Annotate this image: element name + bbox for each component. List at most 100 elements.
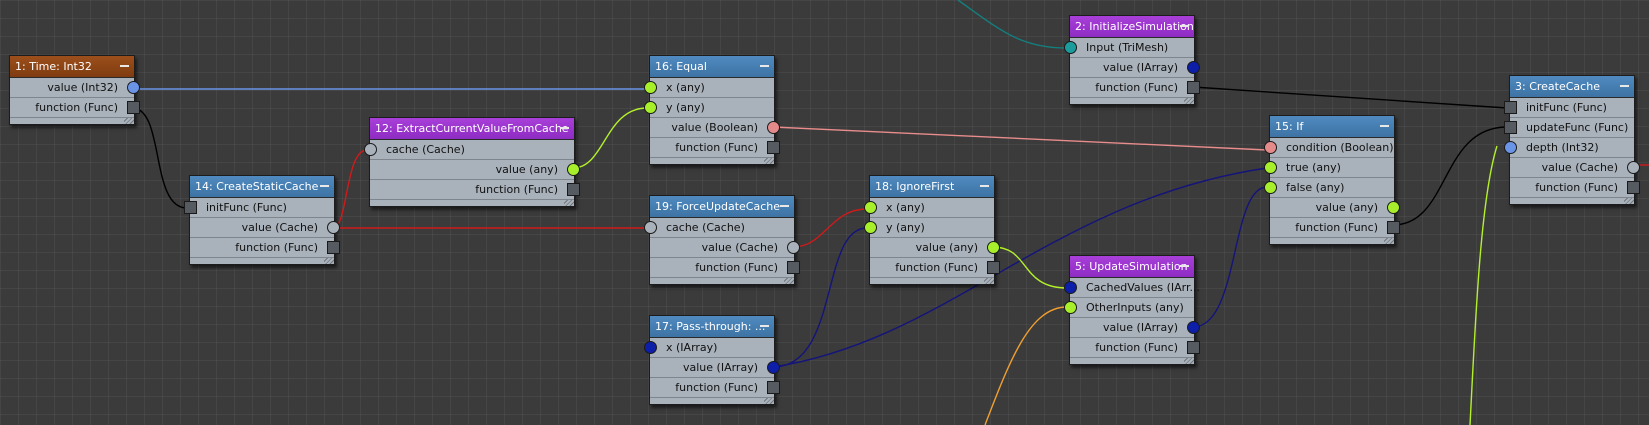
minimize-icon[interactable] xyxy=(1620,85,1629,87)
port-label: CachedValues (IArr... xyxy=(1086,281,1201,294)
input-port-icon[interactable] xyxy=(1064,281,1077,294)
minimize-icon[interactable] xyxy=(780,205,789,207)
resize-grip-icon[interactable] xyxy=(1070,358,1194,364)
resize-grip-icon[interactable] xyxy=(870,278,994,284)
input-port-icon[interactable] xyxy=(644,341,657,354)
minimize-icon[interactable] xyxy=(320,185,329,187)
output-port-icon[interactable] xyxy=(1187,61,1200,74)
node-time-int32[interactable]: 1: Time: Int32 value (Int32) function (F… xyxy=(9,55,140,125)
node-header[interactable]: 17: Pass-through: ... xyxy=(650,316,774,338)
resize-grip-icon[interactable] xyxy=(650,278,794,284)
node-if[interactable]: 15: If condition (Boolean) true (any) fa… xyxy=(1264,115,1400,245)
function-port-icon[interactable] xyxy=(1627,181,1640,194)
input-port-icon[interactable] xyxy=(1264,141,1277,154)
node-header[interactable]: 18: IgnoreFirst xyxy=(870,176,994,198)
port-row-output: value (Cache) xyxy=(1510,158,1640,178)
node-header[interactable]: 15: If xyxy=(1270,116,1394,138)
resize-grip-icon[interactable] xyxy=(1070,98,1194,104)
resize-grip-icon[interactable] xyxy=(10,118,134,124)
function-port-icon[interactable] xyxy=(987,261,1000,274)
node-header[interactable]: 5: UpdateSimulation xyxy=(1070,256,1194,278)
input-port-icon[interactable] xyxy=(1504,141,1517,154)
node-extract-current-value[interactable]: 12: ExtractCurrentValueFromCache cache (… xyxy=(364,117,580,207)
function-port-icon[interactable] xyxy=(1187,341,1200,354)
node-ignore-first[interactable]: 18: IgnoreFirst x (any) y (any) value (a… xyxy=(864,175,1000,285)
port-row-input: initFunc (Func) xyxy=(1504,98,1634,118)
input-port-icon[interactable] xyxy=(364,143,377,156)
output-port-icon[interactable] xyxy=(127,81,140,94)
minimize-icon[interactable] xyxy=(1380,125,1389,127)
node-header[interactable]: 19: ForceUpdateCache xyxy=(650,196,794,218)
resize-grip-icon[interactable] xyxy=(190,258,334,264)
function-port-icon[interactable] xyxy=(327,241,340,254)
input-port-icon[interactable] xyxy=(644,81,657,94)
input-port-icon[interactable] xyxy=(1264,181,1277,194)
node-create-static-cache[interactable]: 14: CreateStaticCache initFunc (Func) va… xyxy=(184,175,340,265)
function-port-icon[interactable] xyxy=(1504,101,1517,114)
resize-grip-icon[interactable] xyxy=(650,398,774,404)
node-header[interactable]: 12: ExtractCurrentValueFromCache xyxy=(370,118,574,140)
function-port-icon[interactable] xyxy=(1387,221,1400,234)
function-port-icon[interactable] xyxy=(767,141,780,154)
node-equal[interactable]: 16: Equal x (any) y (any) value (Boolean… xyxy=(644,55,780,165)
input-port-icon[interactable] xyxy=(864,201,877,214)
node-header[interactable]: 2: InitializeSimulation xyxy=(1070,16,1194,38)
minimize-icon[interactable] xyxy=(1180,25,1189,27)
node-update-simulation[interactable]: 5: UpdateSimulation CachedValues (IArr..… xyxy=(1064,255,1200,365)
port-label: value (Cache) xyxy=(1541,161,1618,174)
output-port-icon[interactable] xyxy=(1387,201,1400,214)
resize-grip-icon[interactable] xyxy=(650,158,774,164)
input-port-icon[interactable] xyxy=(1064,41,1077,54)
output-port-icon[interactable] xyxy=(1187,321,1200,334)
node-title: 15: If xyxy=(1275,120,1304,133)
input-port-icon[interactable] xyxy=(644,221,657,234)
function-port-icon[interactable] xyxy=(1504,121,1517,134)
node-header[interactable]: 3: CreateCache xyxy=(1510,76,1634,98)
resize-grip-icon[interactable] xyxy=(1510,198,1634,204)
function-port-icon[interactable] xyxy=(567,183,580,196)
port-row-input: y (any) xyxy=(864,218,994,238)
input-port-icon[interactable] xyxy=(864,221,877,234)
port-row-output: function (Func) xyxy=(1070,78,1200,98)
node-force-update-cache[interactable]: 19: ForceUpdateCache cache (Cache) value… xyxy=(644,195,800,285)
node-header[interactable]: 14: CreateStaticCache xyxy=(190,176,334,198)
port-label: function (Func) xyxy=(675,141,758,154)
minimize-icon[interactable] xyxy=(760,325,769,327)
function-port-icon[interactable] xyxy=(787,261,800,274)
port-label: function (Func) xyxy=(35,101,118,114)
node-header[interactable]: 16: Equal xyxy=(650,56,774,78)
input-port-icon[interactable] xyxy=(1064,301,1077,314)
port-label: function (Func) xyxy=(895,261,978,274)
port-row-output: function (Func) xyxy=(10,98,140,118)
minimize-icon[interactable] xyxy=(760,65,769,67)
output-port-icon[interactable] xyxy=(567,163,580,176)
output-port-icon[interactable] xyxy=(787,241,800,254)
minimize-icon[interactable] xyxy=(1180,265,1189,267)
output-port-icon[interactable] xyxy=(1627,161,1640,174)
input-port-icon[interactable] xyxy=(1264,161,1277,174)
function-port-icon[interactable] xyxy=(127,101,140,114)
node-title: 5: UpdateSimulation xyxy=(1075,260,1188,273)
input-port-icon[interactable] xyxy=(644,101,657,114)
function-port-icon[interactable] xyxy=(1187,81,1200,94)
wire-updatesim-to-if-false xyxy=(1192,186,1268,328)
resize-grip-icon[interactable] xyxy=(370,200,574,206)
output-port-icon[interactable] xyxy=(327,221,340,234)
function-port-icon[interactable] xyxy=(184,201,197,214)
node-initialize-simulation[interactable]: 2: InitializeSimulation Input (TriMesh) … xyxy=(1064,15,1200,105)
port-row-output: function (Func) xyxy=(190,238,340,258)
minimize-icon[interactable] xyxy=(980,185,989,187)
port-row-input: x (any) xyxy=(644,78,774,98)
minimize-icon[interactable] xyxy=(560,127,569,129)
port-label: value (any) xyxy=(915,241,978,254)
minimize-icon[interactable] xyxy=(120,65,129,67)
output-port-icon[interactable] xyxy=(767,121,780,134)
output-port-icon[interactable] xyxy=(987,241,1000,254)
resize-grip-icon[interactable] xyxy=(1270,238,1394,244)
output-port-icon[interactable] xyxy=(767,361,780,374)
node-header[interactable]: 1: Time: Int32 xyxy=(10,56,134,78)
function-port-icon[interactable] xyxy=(767,381,780,394)
node-create-cache[interactable]: 3: CreateCache initFunc (Func) updateFun… xyxy=(1504,75,1640,205)
port-label: value (Cache) xyxy=(701,241,778,254)
node-pass-through[interactable]: 17: Pass-through: ... x (IArray) value (… xyxy=(644,315,780,405)
